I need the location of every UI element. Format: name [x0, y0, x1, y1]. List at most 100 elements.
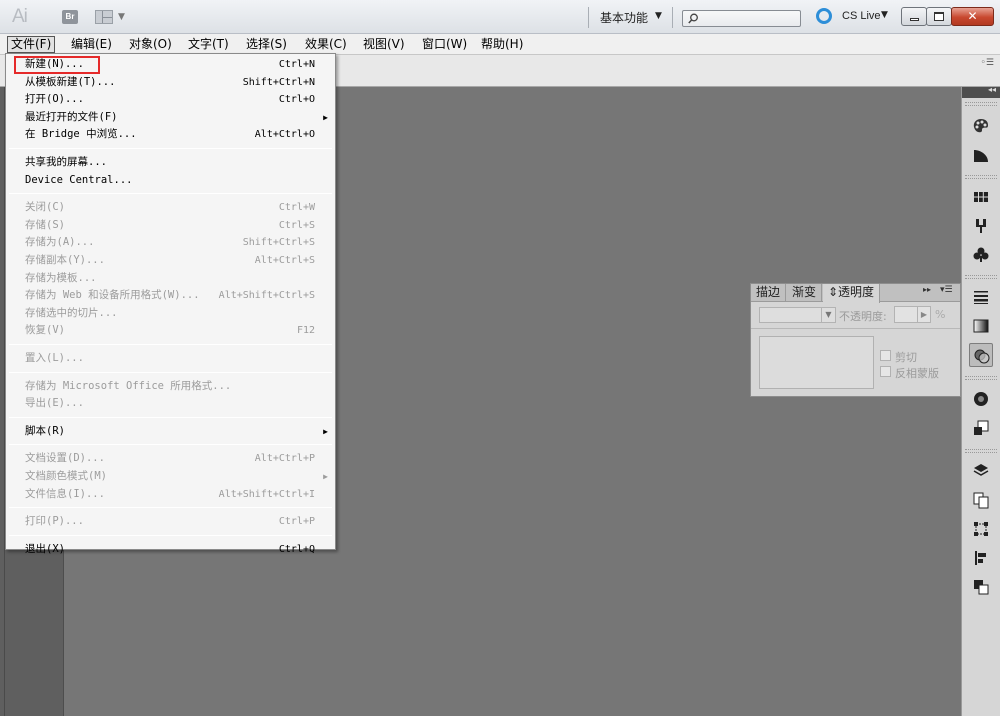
menu-file[interactable]: 文件(F)	[7, 36, 56, 53]
cslive-menu[interactable]: CS Live	[842, 10, 881, 22]
workspace-switcher[interactable]: 基本功能	[600, 9, 648, 26]
menu-help[interactable]: 帮助(H)	[478, 36, 526, 53]
cslive-icon[interactable]	[816, 8, 832, 24]
panel-menu-icon[interactable]: ▾☰	[940, 285, 953, 295]
menu-effect[interactable]: 效果(C)	[302, 36, 350, 53]
file-menu-item[interactable]: 在 Bridge 中浏览... Alt+Ctrl+O	[6, 126, 335, 143]
search-input[interactable]	[682, 10, 801, 27]
menu-item-label: 存储为模板...	[25, 271, 97, 284]
panel-dock: ◂◂	[961, 85, 1000, 716]
menu-item-label: 存储副本(Y)...	[25, 254, 105, 266]
graphic-styles-icon[interactable]	[969, 416, 993, 440]
menu-item-shortcut: Alt+Ctrl+P	[254, 453, 315, 465]
close-button[interactable]: ✕	[951, 7, 994, 26]
menu-item-shortcut: Shift+Ctrl+S	[242, 237, 315, 249]
transform-icon[interactable]	[969, 517, 993, 541]
menu-item-label: 文件信息(I)...	[25, 487, 105, 500]
illustrator-logo: Ai	[12, 6, 28, 27]
title-bar: Ai Br ▼ 基本功能 ▼ CS Live ▼ ✕	[0, 0, 1000, 34]
maximize-button[interactable]	[926, 7, 952, 26]
opacity-stepper[interactable]: ▶	[917, 306, 931, 323]
color-icon[interactable]	[969, 114, 993, 138]
pathfinder-icon[interactable]	[969, 575, 993, 599]
tab-transparency[interactable]: ⇕透明度	[823, 284, 881, 303]
file-menu-item[interactable]: 打开(O)... Ctrl+O	[6, 91, 335, 108]
menu-item-label: 脚本(R)	[25, 424, 65, 437]
chevron-down-icon: ▼	[881, 10, 888, 20]
menu-item-label: 文档颜色模式(M)	[25, 470, 107, 482]
layers-icon[interactable]	[969, 459, 993, 483]
appearance-icon[interactable]	[969, 387, 993, 411]
menu-item-shortcut: Alt+Shift+Ctrl+I	[218, 488, 315, 500]
align-icon[interactable]	[969, 546, 993, 570]
file-menu-item: 文档设置(D)... Alt+Ctrl+P	[6, 450, 335, 467]
menu-item-label: 最近打开的文件(F)	[25, 110, 118, 123]
bridge-button[interactable]: Br	[62, 10, 78, 24]
artboards-icon[interactable]	[969, 488, 993, 512]
arrange-documents-button[interactable]: ▼	[95, 10, 127, 24]
menu-item-label: 存储(S)	[25, 218, 65, 231]
file-menu-item: 置入(L)...	[6, 350, 335, 367]
menu-separator	[9, 416, 332, 418]
file-menu-dropdown: 新建(N)... Ctrl+N 从模板新建(T)... Shift+Ctrl+N 打开(…	[5, 53, 336, 555]
panel-collapse-icon[interactable]: ▸▸	[923, 285, 931, 294]
chevron-down-icon: ▼	[118, 12, 125, 22]
minimize-button[interactable]	[901, 7, 927, 26]
stroke-icon[interactable]	[969, 285, 993, 309]
menu-item-label: 关闭(C)	[25, 201, 65, 214]
menu-item-label: 存储为(A)...	[25, 236, 95, 249]
file-menu-item[interactable]: 共享我的屏幕...	[6, 154, 335, 171]
brushes-icon[interactable]	[969, 214, 993, 238]
separator	[588, 7, 589, 28]
submenu-arrow-icon: ▶	[323, 426, 328, 436]
menu-type[interactable]: 文字(T)	[185, 36, 232, 53]
tab-stroke[interactable]: 描边	[751, 284, 787, 302]
maximize-icon	[934, 12, 944, 21]
opacity-label: 不透明度:	[839, 310, 887, 323]
highlight-annotation	[14, 56, 100, 74]
file-menu-item: 存储为 Microsoft Office 所用格式...	[6, 378, 335, 395]
menu-window[interactable]: 窗口(W)	[419, 36, 470, 53]
opacity-input[interactable]	[894, 306, 918, 323]
menu-item-shortcut: Alt+Ctrl+O	[254, 129, 315, 141]
file-menu-item: 存储(S) Ctrl+S	[6, 217, 335, 234]
file-menu-item: 关闭(C) Ctrl+W	[6, 199, 335, 216]
menu-separator	[9, 371, 332, 373]
dock-collapse-bar[interactable]: ◂◂	[962, 85, 1000, 98]
file-menu-item: 存储为(A)... Shift+Ctrl+S	[6, 234, 335, 251]
file-menu-item: 存储为模板...	[6, 270, 335, 287]
file-menu-item: 恢复(V) F12	[6, 322, 335, 339]
menu-item-shortcut: Shift+Ctrl+N	[242, 76, 315, 88]
file-menu-item[interactable]: 从模板新建(T)... Shift+Ctrl+N	[6, 74, 335, 91]
color-guide-icon[interactable]	[969, 143, 993, 167]
menu-item-shortcut: F12	[296, 325, 315, 337]
menu-item-shortcut: Ctrl+N	[278, 59, 315, 70]
menu-item-label: 导出(E)...	[25, 397, 84, 410]
swatches-icon[interactable]	[969, 185, 993, 209]
file-menu-item[interactable]: 最近打开的文件(F) ▶	[6, 109, 335, 126]
opacity-unit: %	[935, 308, 946, 321]
menu-item-label: 退出(X)	[25, 542, 65, 555]
menu-view[interactable]: 视图(V)	[360, 36, 408, 53]
menu-select[interactable]: 选择(S)	[243, 36, 290, 53]
invert-mask-checkbox[interactable]: 反相蒙版	[880, 365, 960, 380]
file-menu-item: 文档颜色模式(M) ▶	[6, 468, 335, 485]
menu-separator	[9, 193, 332, 195]
blend-mode-select[interactable]: ▼	[759, 307, 836, 323]
tab-gradient[interactable]: 渐变	[787, 284, 823, 302]
gradient-icon[interactable]	[969, 314, 993, 338]
clip-checkbox[interactable]: 剪切	[880, 349, 960, 364]
submenu-arrow-icon: ▶	[323, 472, 328, 481]
file-menu-item[interactable]: 脚本(R) ▶	[6, 423, 335, 440]
file-menu-item[interactable]: Device Central...	[6, 172, 335, 189]
transparency-preview	[759, 336, 874, 389]
file-menu-item[interactable]: 退出(X) Ctrl+Q	[6, 541, 335, 558]
transparency-icon[interactable]	[969, 343, 993, 367]
panel-tab-bar: 描边 渐变 ⇕透明度 ▸▸ ▾☰	[751, 284, 960, 303]
symbols-icon[interactable]	[969, 243, 993, 267]
chevron-down-icon: ▼	[655, 11, 662, 21]
menu-object[interactable]: 对象(O)	[126, 36, 175, 53]
panel-options-icon[interactable]: ◦☰	[981, 58, 994, 68]
menu-item-label: 存储为 Web 和设备所用格式(W)...	[25, 289, 200, 302]
menu-edit[interactable]: 编辑(E)	[68, 36, 115, 53]
